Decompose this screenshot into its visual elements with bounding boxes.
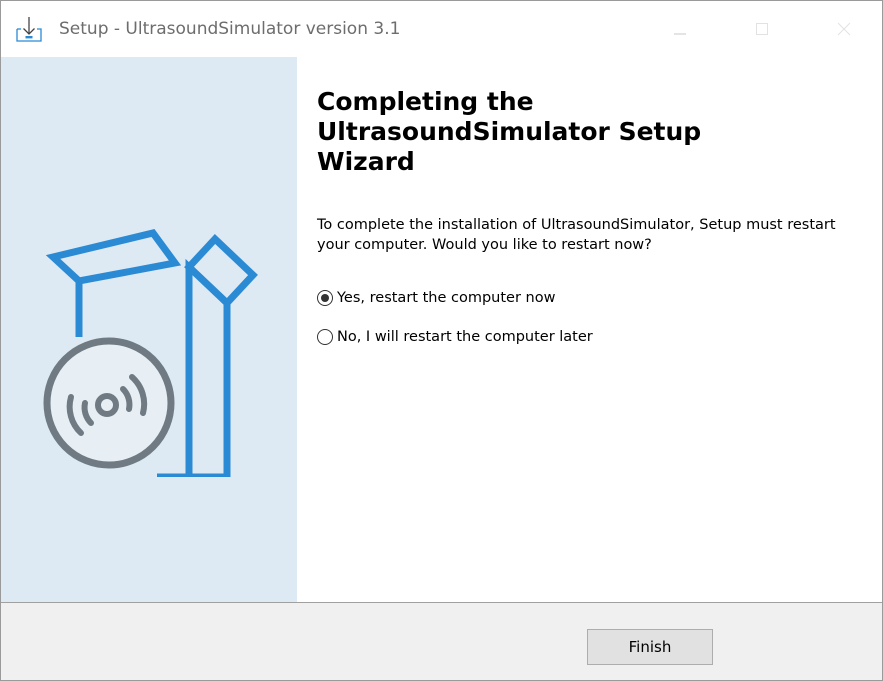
button-bar: Finish <box>1 603 882 680</box>
restart-description: To complete the installation of Ultrasou… <box>317 217 836 253</box>
restart-later-label[interactable]: No, I will restart the computer later <box>337 329 593 345</box>
minimize-button[interactable] <box>657 7 703 51</box>
radio-button-unselected[interactable] <box>317 329 333 345</box>
finish-button[interactable]: Finish <box>587 629 713 665</box>
close-button[interactable] <box>821 7 867 51</box>
window-title: Setup - UltrasoundSimulator version 3.1 <box>59 19 401 39</box>
restart-now-label[interactable]: Yes, restart the computer now <box>337 290 555 306</box>
radio-button-selected[interactable] <box>317 290 333 306</box>
setup-download-icon <box>16 17 42 42</box>
title-bar[interactable]: Setup - UltrasoundSimulator version 3.1 <box>1 1 882 57</box>
setup-window: Setup - UltrasoundSimulator version 3.1 <box>0 0 883 681</box>
maximize-icon <box>756 23 768 35</box>
maximize-button[interactable] <box>739 7 785 51</box>
software-box-with-disc-icon <box>43 229 258 477</box>
restart-later-option[interactable]: No, I will restart the computer later <box>317 326 593 348</box>
wizard-sidebar <box>1 57 297 603</box>
wizard-content: Completing the UltrasoundSimulator Setup… <box>297 57 882 603</box>
close-icon <box>837 22 851 36</box>
page-title: Completing the UltrasoundSimulator Setup… <box>317 87 702 176</box>
radio-selected-dot <box>321 294 329 302</box>
minimize-icon <box>674 33 686 35</box>
restart-now-option[interactable]: Yes, restart the computer now <box>317 287 555 309</box>
